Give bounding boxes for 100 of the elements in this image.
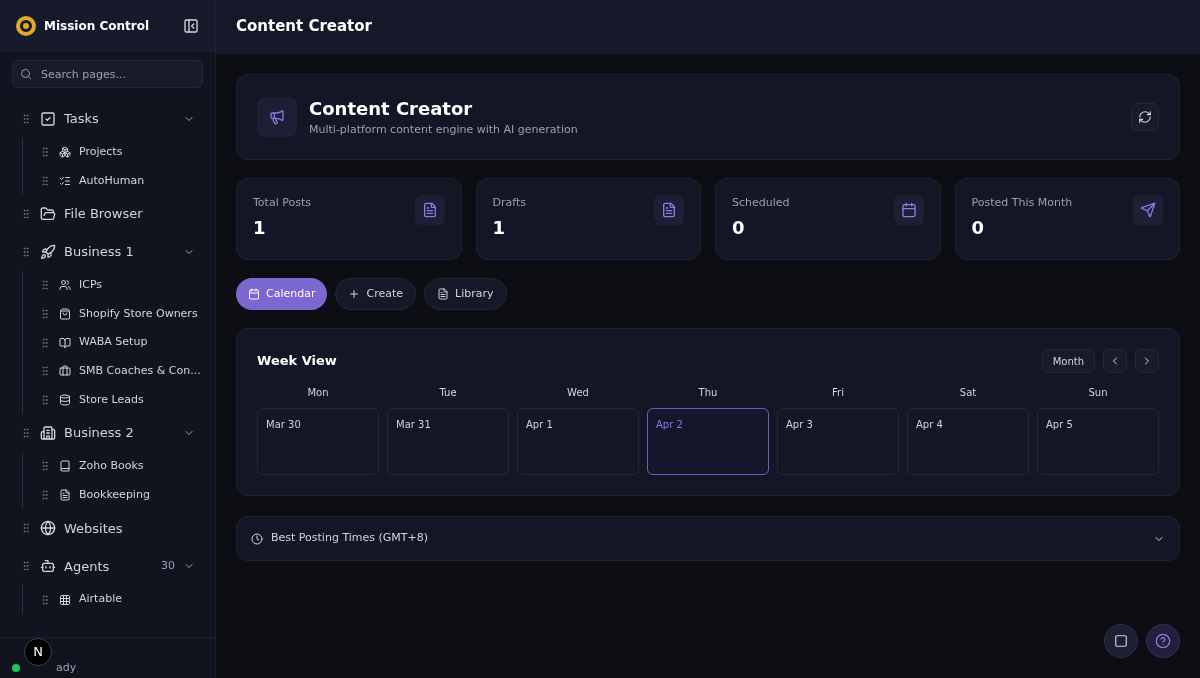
globe-icon [40, 520, 56, 537]
drag-handle-icon[interactable] [39, 146, 51, 159]
drag-handle-icon[interactable] [39, 489, 51, 502]
search-field[interactable]: Search pages... [12, 60, 203, 88]
calendar-icon [893, 195, 924, 225]
rocket-icon [40, 244, 56, 261]
weekday-label: Wed [566, 386, 590, 400]
refresh-icon [1138, 110, 1152, 124]
document-icon [437, 288, 450, 300]
megaphone-icon [257, 97, 297, 137]
weekday-label: Sun [1087, 386, 1109, 400]
book-icon [59, 336, 71, 349]
nav-subitem[interactable]: Airtable [59, 591, 122, 608]
boxes-icon [59, 146, 71, 159]
document-icon [654, 195, 684, 225]
database-icon [59, 393, 71, 406]
help-button[interactable] [1146, 624, 1180, 658]
month-button[interactable]: Month [1041, 349, 1095, 373]
weekday-label: Sat [958, 386, 978, 400]
app-name: Mission Control [44, 17, 151, 35]
nav-item[interactable]: Websites [40, 518, 195, 539]
collapse-sidebar-button[interactable] [183, 17, 199, 34]
drag-handle-icon[interactable] [39, 593, 51, 606]
drag-handle-icon[interactable] [20, 246, 32, 259]
page-title: Content Creator [236, 16, 372, 38]
square-icon [1114, 634, 1128, 648]
book-icon [59, 460, 71, 473]
drag-handle-icon[interactable] [39, 279, 51, 292]
view-tab[interactable]: Create [335, 278, 417, 310]
status-text: ady [56, 659, 77, 676]
nav-item[interactable]: Business 2 [40, 423, 175, 443]
nav-subitem[interactable]: Store Leads [59, 391, 144, 409]
avatar[interactable]: N [24, 638, 52, 666]
drag-handle-icon[interactable] [20, 427, 32, 440]
nav-subitem[interactable]: Zoho Books [59, 458, 144, 475]
refresh-button[interactable] [1131, 103, 1159, 131]
nav-item[interactable]: Business 1 [40, 242, 175, 262]
square-button[interactable] [1104, 624, 1138, 658]
day-cell[interactable]: Apr 5 [1037, 408, 1159, 475]
item-count: 30 [161, 558, 175, 575]
robot-icon [40, 558, 56, 575]
nav-item[interactable]: Tasks [40, 109, 175, 129]
weekday-label: Thu [697, 386, 719, 400]
calendar-icon [248, 288, 260, 300]
nav-item[interactable]: File Browser [40, 204, 195, 224]
day-cell[interactable]: Apr 3 [777, 408, 899, 475]
weekday-label: Tue [438, 386, 458, 400]
previous-button[interactable] [1103, 349, 1127, 373]
nav-subitem[interactable]: SMB Coaches & Con... [59, 363, 201, 380]
stat-value: 0 [732, 215, 746, 240]
folder-icon [40, 206, 56, 223]
hero-subtitle: Multi-platform content engine with AI generation [309, 122, 579, 139]
stat-label: Posted This Month [971, 195, 1074, 211]
nav-item[interactable]: Agents [40, 556, 153, 577]
best-times-panel[interactable]: Best Posting Times (GMT+8) [236, 516, 1180, 561]
day-cell[interactable]: Apr 4 [907, 408, 1029, 475]
drag-handle-icon[interactable] [39, 365, 51, 378]
drag-handle-icon[interactable] [39, 393, 51, 406]
view-tab[interactable]: Calendar [236, 278, 328, 310]
drag-handle-icon[interactable] [20, 522, 32, 535]
day-cell[interactable]: Apr 1 [517, 408, 639, 475]
stat-label: Drafts [492, 195, 527, 211]
building-icon [40, 425, 56, 442]
stat-label: Scheduled [732, 195, 791, 211]
drag-handle-icon[interactable] [20, 560, 32, 573]
nav-subitem[interactable]: ICPs [59, 277, 103, 294]
nav-subitem[interactable]: Projects [59, 144, 123, 161]
clock-icon [251, 532, 263, 545]
nav-subitem[interactable]: Bookkeeping [59, 486, 150, 504]
users-icon [59, 279, 71, 292]
help-icon [1155, 633, 1171, 649]
nav-subitem[interactable]: Shopify Store Owners [59, 305, 198, 323]
checklist-icon [59, 174, 71, 187]
drag-handle-icon[interactable] [39, 174, 51, 187]
grid-icon [59, 593, 71, 606]
day-cell[interactable]: Apr 2 [647, 408, 769, 475]
plus-icon [348, 288, 361, 300]
briefcase-icon [59, 365, 71, 378]
logo-icon [16, 15, 36, 36]
drag-handle-icon[interactable] [39, 308, 51, 321]
checkbox-icon [40, 111, 56, 127]
drag-handle-icon[interactable] [20, 208, 32, 221]
view-tab[interactable]: Library [424, 278, 507, 310]
drag-handle-icon[interactable] [20, 113, 32, 125]
stat-value: 1 [253, 215, 267, 240]
day-cell[interactable]: Mar 30 [257, 408, 379, 475]
calendar-title: Week View [257, 352, 338, 371]
bag-icon [59, 308, 71, 321]
stat-label: Total Posts [253, 195, 312, 211]
drag-handle-icon[interactable] [39, 460, 51, 473]
stat-value: 0 [971, 215, 986, 240]
document-icon [59, 489, 71, 502]
drag-handle-icon[interactable] [39, 336, 51, 349]
weekday-label: Mon [306, 386, 330, 400]
day-cell[interactable]: Mar 31 [387, 408, 509, 475]
nav-subitem[interactable]: WABA Setup [59, 334, 148, 351]
nav-subitem[interactable]: AutoHuman [59, 172, 145, 190]
sidebar-toggle-icon [183, 17, 199, 34]
document-icon [414, 195, 445, 225]
next-button[interactable] [1135, 349, 1159, 373]
